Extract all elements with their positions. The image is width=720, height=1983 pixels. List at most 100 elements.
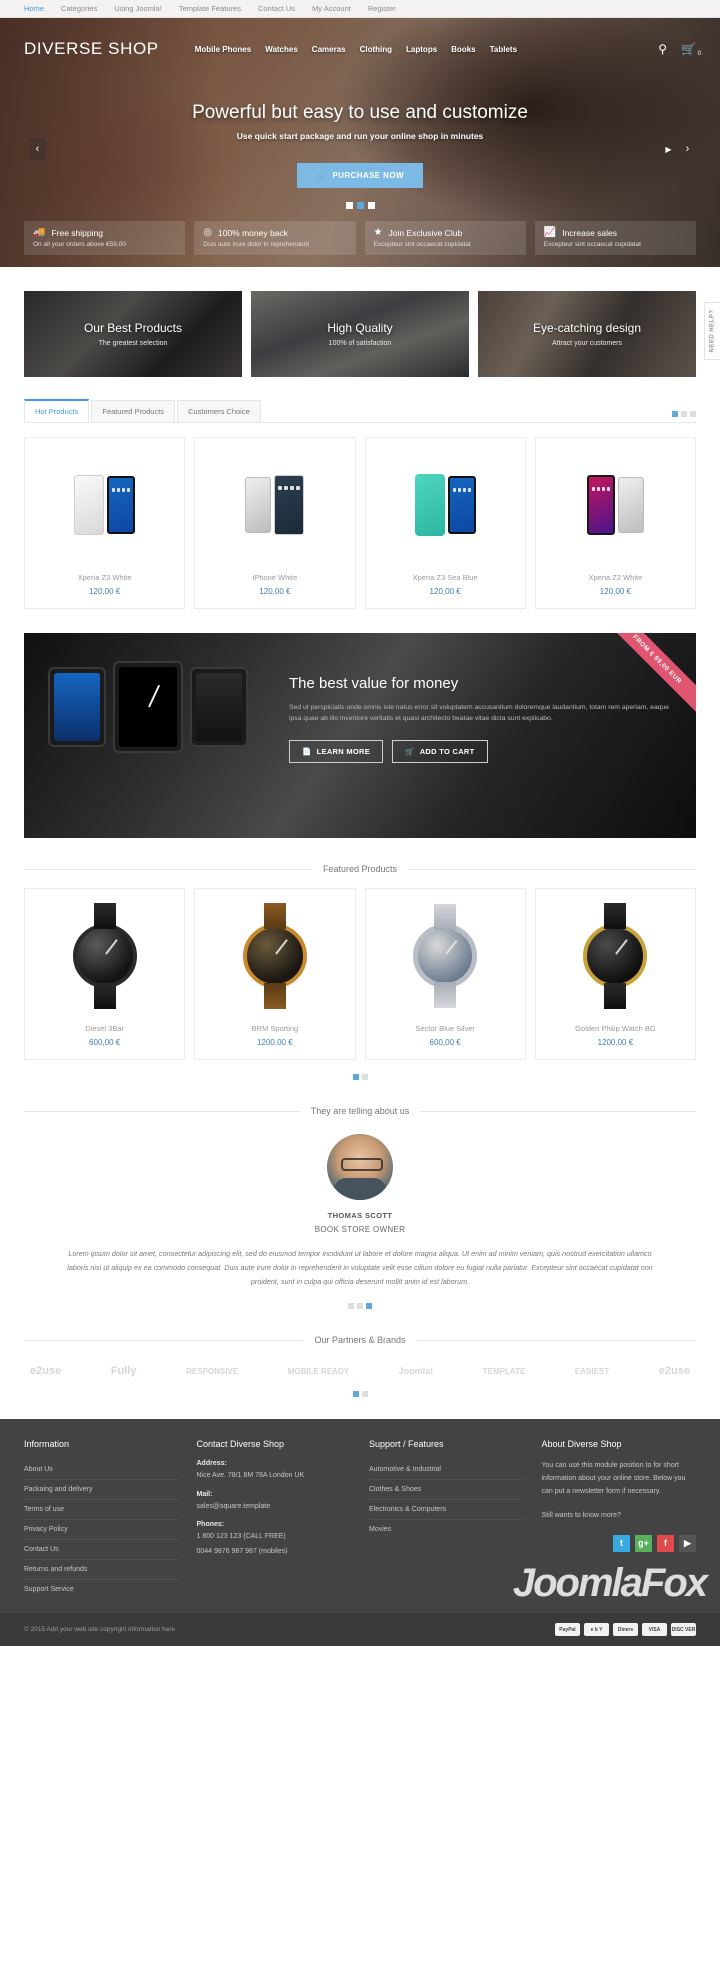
partner-logo[interactable]: MOBILE READY [288,1367,349,1376]
facebook-icon[interactable]: f [657,1534,674,1552]
promo-card-high-quality[interactable]: High Quality 100% of satisfaction [251,291,469,377]
tab-page-3[interactable] [690,411,696,417]
product-card[interactable]: Xperia Z2 White 120,00 € [534,437,696,609]
learn-more-button[interactable]: 📄 LEARN MORE [289,740,384,764]
benefit-title: Free shipping [51,228,103,238]
product-image [542,898,689,1013]
topnav-categories[interactable]: Categories [61,4,97,13]
product-card[interactable]: BRM Sporting 1200,00 € [194,888,356,1060]
section-title: Featured Products [322,864,398,874]
partner-logo[interactable]: e2use [30,1365,61,1377]
main-navigation: Mobile Phones Watches Cameras Clothing L… [195,45,517,54]
nav-mobile-phones[interactable]: Mobile Phones [195,45,251,54]
hero-dot-3[interactable] [367,202,375,209]
tab-customers-choice[interactable]: Customers Choice [177,400,261,422]
banner-title: The best value for money [289,675,459,692]
footer-column-about: About Diverse Shop You can use this modu… [541,1439,696,1599]
promo-title: Eye-catching design [532,321,642,335]
partner-logo[interactable]: RESPONSIVE [186,1367,238,1376]
promo-cards: Our Best Products The greatest selection… [24,291,696,377]
hero-play-button[interactable]: ▶ [660,138,677,160]
google-plus-icon[interactable]: g+ [635,1534,652,1552]
benefit-increase-sales[interactable]: 📈 Increase sales Excepteur sint occaecat… [534,221,696,255]
partner-logo[interactable]: EASIEST [575,1367,609,1376]
address-value: Nice Ave. 78/1 6M 78A London UK [196,1472,305,1480]
add-to-cart-button[interactable]: 🛒 ADD TO CART [392,740,488,764]
benefit-money-back[interactable]: ◎ 100% money back Duis aute irure dolor … [194,221,356,255]
product-image [542,447,689,562]
nav-books[interactable]: Books [451,45,475,54]
search-icon[interactable]: ⚲ [658,43,667,55]
tab-featured-products[interactable]: Featured Products [91,400,176,422]
tab-page-2[interactable] [681,411,687,417]
footer-link-electronics[interactable]: Electronics & Computers [369,1500,524,1521]
footer-link-returns[interactable]: Returns and refunds [24,1560,179,1581]
footer-link-movies[interactable]: Movies [369,1520,524,1539]
mail-value[interactable]: sales@square.template [197,1502,352,1513]
purchase-now-button[interactable]: 🛒 PURCHASE NOW [297,163,423,188]
hero-prev-arrow[interactable]: ‹ [29,138,46,160]
topnav-my-account[interactable]: My Account [312,4,351,13]
smartwatch-images [48,661,248,753]
star-icon: ★ [373,227,383,238]
topnav-register[interactable]: Register [368,4,396,13]
testimonial-page-2[interactable] [357,1303,363,1310]
footer-link-contact[interactable]: Contact Us [24,1540,179,1561]
partner-logo[interactable]: Fully [111,1365,137,1377]
topnav-home[interactable]: Home [24,4,44,13]
product-name: Sector Blue Silver [415,1024,475,1033]
footer-link-terms[interactable]: Terms of use [24,1500,179,1521]
partner-logo[interactable]: Joomla! [399,1366,434,1376]
promo-card-best-products[interactable]: Our Best Products The greatest selection [24,291,242,377]
benefit-exclusive-club[interactable]: ★ Join Exclusive Club Excepteur sint occ… [364,221,526,255]
partners-heading: Our Partners & Brands [24,1335,697,1345]
footer-heading: About Diverse Shop [541,1439,622,1450]
topnav-template-features[interactable]: Template Features [179,4,241,13]
footer-link-clothes[interactable]: Clothes & Shoes [369,1480,524,1501]
product-name: BRM Sporting [251,1024,299,1033]
partner-logo[interactable]: TEMPLATE [483,1367,526,1376]
promo-card-eye-catching[interactable]: Eye-catching design Attract your custome… [478,291,696,377]
partners-page-2[interactable] [361,1391,368,1398]
footer-link-about-us[interactable]: About Us [24,1460,179,1481]
site-header: DIVERSE SHOP Mobile Phones Watches Camer… [0,18,720,80]
topnav-using-joomla[interactable]: Using Joomla! [114,4,162,13]
footer-link-privacy[interactable]: Privacy Policy [24,1520,179,1541]
hero-dot-2[interactable] [356,202,364,209]
partner-logo[interactable]: e2use [659,1365,690,1377]
benefit-free-shipping[interactable]: 🚚 Free shipping On all your orders above… [24,221,186,255]
site-logo[interactable]: DIVERSE SHOP [24,39,159,59]
nav-tablets[interactable]: Tablets [490,45,517,54]
nav-cameras[interactable]: Cameras [312,45,346,54]
featured-page-2[interactable] [361,1074,368,1080]
hero-dot-1[interactable] [345,202,353,209]
product-image [31,898,178,1013]
address-label: Address: [196,1460,227,1468]
product-card[interactable]: Xperia Z3 Sea Blue 120,00 € [364,437,526,609]
featured-page-1[interactable] [352,1074,359,1080]
partners-page-1[interactable] [352,1391,359,1398]
twitter-icon[interactable]: t [613,1534,630,1552]
product-card[interactable]: iPhone White 120,00 € [194,437,356,609]
topnav-contact-us[interactable]: Contact Us [258,4,295,13]
truck-icon: 🚚 [33,227,46,238]
testimonial-page-3[interactable] [366,1303,372,1310]
nav-clothing[interactable]: Clothing [360,45,392,54]
footer-link-automotive[interactable]: Automotive & Industrial [369,1460,524,1481]
tab-page-1[interactable] [672,411,678,417]
need-help-tab[interactable]: NEED HELP? [704,302,720,360]
product-card[interactable]: Golden Philip Watch BG 1200,00 € [534,888,696,1060]
product-card[interactable]: Xperia Z3 White 120,00 € [24,437,186,609]
copyright-bar: © 2015 Add your web site copyright infor… [0,1613,720,1647]
youtube-icon[interactable]: ▶ [679,1534,696,1552]
hero-next-arrow[interactable]: › [679,138,696,160]
nav-watches[interactable]: Watches [265,45,298,54]
product-card[interactable]: Diesel 3Bar 600,00 € [24,888,186,1060]
nav-laptops[interactable]: Laptops [406,45,437,54]
footer-link-support[interactable]: Support Service [24,1580,179,1599]
testimonial-page-1[interactable] [348,1303,354,1310]
footer-link-packaging[interactable]: Packaing and delivery [24,1480,179,1501]
cart-icon[interactable]: 🛒 0 [681,43,701,57]
product-card[interactable]: Sector Blue Silver 600,00 € [364,888,526,1060]
tab-hot-products[interactable]: Hot Products [24,399,90,422]
